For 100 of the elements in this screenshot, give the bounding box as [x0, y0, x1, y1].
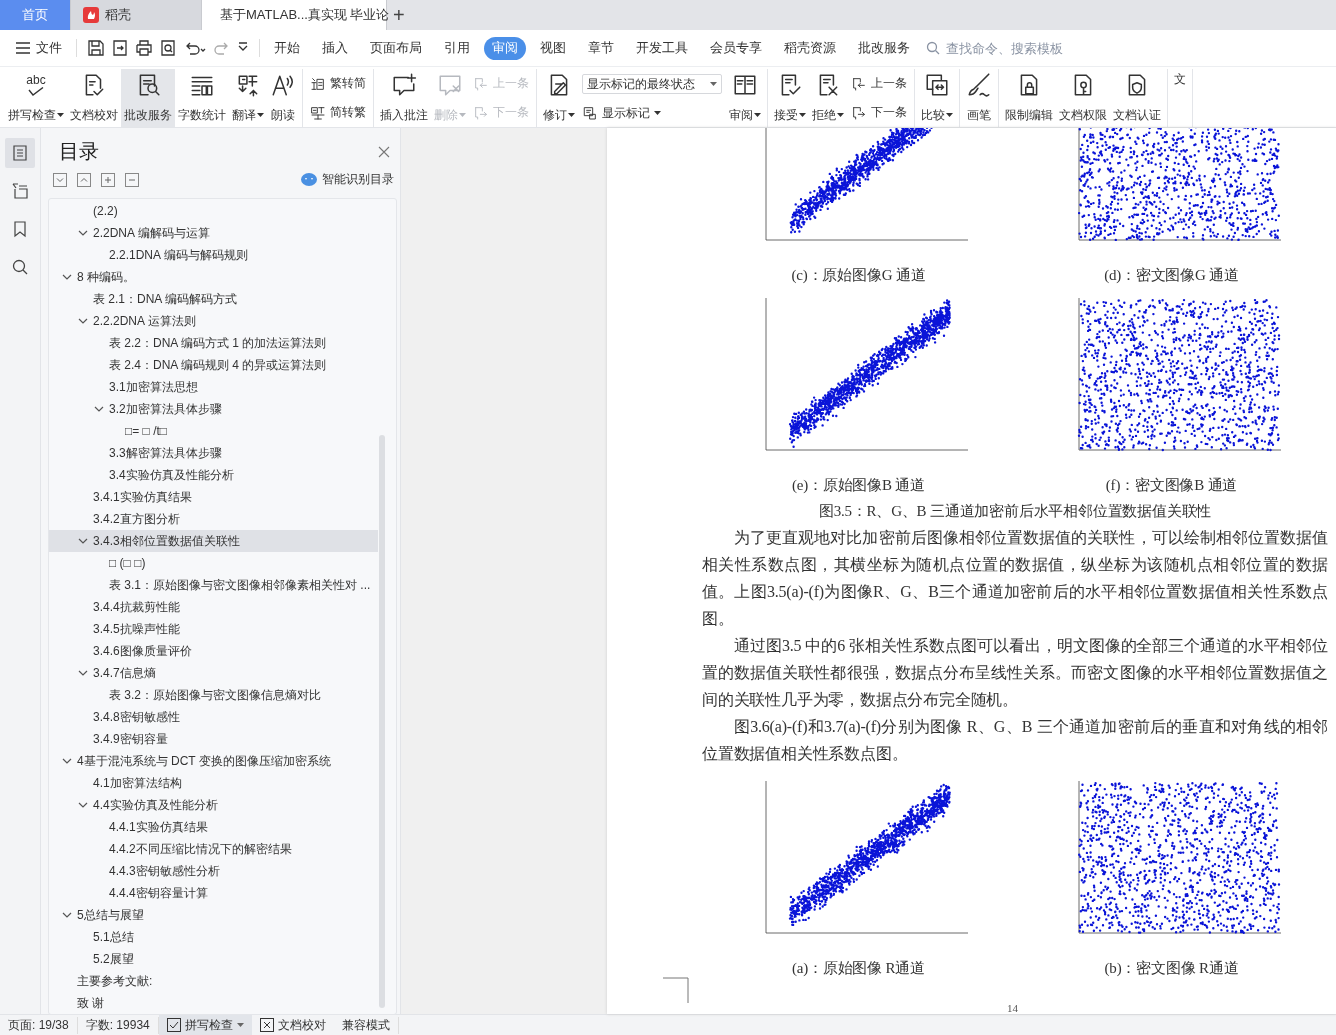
outline-item[interactable]: 表 3.1：原始图像与密文图像相邻像素相关性对 ... — [49, 574, 378, 596]
outline-item[interactable]: 3.4.4抗裁剪性能 — [49, 596, 378, 618]
printer-icon[interactable] — [135, 39, 153, 57]
ribbon-button[interactable]: 显示标记 — [582, 104, 722, 122]
ribbon-tab[interactable]: 插入 — [314, 36, 356, 60]
outline-item[interactable]: 4.1加密算法结构 — [49, 772, 378, 794]
outline-item[interactable]: 4.4.2不同压缩比情况下的解密结果 — [49, 838, 378, 860]
document-arrow-icon[interactable] — [111, 39, 129, 57]
outline-item[interactable]: 主要参考文献: — [49, 970, 378, 992]
ribbon-button[interactable]: 上一条 — [851, 75, 907, 92]
ribbon-tab[interactable]: 稻壳资源 — [776, 36, 844, 60]
status-toggle-button[interactable]: 文档校对 — [251, 1015, 334, 1035]
new-tab-button[interactable]: + — [387, 0, 411, 30]
outline-item[interactable]: 3.4实验仿真及性能分析 — [49, 464, 378, 486]
panel-title: 目录 — [59, 139, 99, 164]
outline-item[interactable]: 5总结与展望 — [49, 904, 378, 926]
ribbon-tab[interactable]: 页面布局 — [362, 36, 430, 60]
outline-item[interactable]: 3.4.3相邻位置数据值关联性 — [49, 530, 378, 552]
status-toggle-button[interactable]: 拼写检查 — [158, 1015, 252, 1035]
outline-item[interactable]: 3.3解密算法具体步骤 — [49, 442, 378, 464]
ribbon-button[interactable]: 字数统计 — [175, 69, 229, 127]
figure-caption: (b)：密文图像 R通道 — [1104, 959, 1239, 978]
outline-item[interactable]: 8 种编码。 — [49, 266, 378, 288]
collapse-up-icon[interactable] — [77, 172, 91, 187]
outline-item[interactable]: 3.4.2直方图分析 — [49, 508, 378, 530]
print-preview-icon[interactable] — [159, 39, 177, 57]
outline-item[interactable]: 表 3.2：原始图像与密文图像信息熵对比 — [49, 684, 378, 706]
outline-item[interactable]: □ (□ □) — [49, 552, 378, 574]
ribbon-button[interactable]: 接受 — [771, 69, 809, 127]
collapse-down-icon[interactable] — [53, 172, 67, 187]
outline-item[interactable]: 表 2.1：DNA 编码解码方式 — [49, 288, 378, 310]
ribbon-button[interactable]: 文档认证 — [1110, 69, 1164, 127]
outline-item[interactable]: 致 谢 — [49, 992, 378, 1014]
outline-item[interactable]: 3.4.6图像质量评价 — [49, 640, 378, 662]
search-icon — [11, 258, 29, 276]
file-menu-button[interactable]: 文件 — [0, 39, 77, 57]
ribbon-tab[interactable]: 会员专享 — [702, 36, 770, 60]
outline-item[interactable]: 4基于混沌系统与 DCT 变换的图像压缩加密系统 — [49, 750, 378, 772]
outline-item[interactable]: 2.2.2DNA 运算法则 — [49, 310, 378, 332]
search-icon — [926, 41, 940, 55]
outline-item[interactable]: 3.2加密算法具体步骤 — [49, 398, 378, 420]
scrollbar-thumb[interactable] — [379, 435, 385, 1008]
outline-item[interactable]: 4.4实验仿真及性能分析 — [49, 794, 378, 816]
ribbon-button[interactable]: 简转繁 — [310, 104, 366, 121]
text-conversion-icon — [310, 104, 326, 121]
outline-item[interactable]: 3.4.1实验仿真结果 — [49, 486, 378, 508]
ribbon-button[interactable]: 繁转简 — [310, 75, 366, 92]
close-icon[interactable] — [378, 145, 390, 158]
ribbon-button[interactable]: 限制编辑 — [1002, 69, 1056, 127]
outline-item[interactable]: 表 2.2：DNA 编码方式 1 的加法运算法则 — [49, 332, 378, 354]
caret-icon — [236, 1022, 244, 1028]
ribbon-button[interactable]: 朗读 — [267, 69, 299, 127]
outline-item[interactable]: (2.2) — [49, 200, 378, 222]
ribbon-button[interactable]: 文 — [1171, 69, 1189, 127]
collapse-minus-icon[interactable] — [125, 172, 139, 187]
ribbon-button[interactable]: 批改服务 — [121, 69, 175, 127]
outline-item[interactable]: 5.1总结 — [49, 926, 378, 948]
ribbon-button[interactable]: 插入批注 — [377, 69, 431, 127]
outline-item[interactable]: □= □ /t□ — [49, 420, 378, 442]
outline-item[interactable]: 4.4.1实验仿真结果 — [49, 816, 378, 838]
ribbon-button[interactable]: 下一条 — [851, 104, 907, 121]
ribbon-button[interactable]: 翻译 — [229, 69, 267, 127]
ribbon-button[interactable]: abc 拼写检查 — [5, 69, 67, 127]
ribbon-tab[interactable]: 章节 — [580, 36, 622, 60]
outline-item[interactable]: 2.2.1DNA 编码与解码规则 — [49, 244, 378, 266]
outline-item[interactable]: 3.4.7信息熵 — [49, 662, 378, 684]
outline-item[interactable]: 3.1加密算法思想 — [49, 376, 378, 398]
ribbon-button[interactable]: 画笔 — [963, 69, 995, 127]
expand-plus-icon[interactable] — [101, 172, 115, 187]
ribbon-tab[interactable]: 开始 — [266, 36, 308, 60]
save-icon[interactable] — [87, 39, 105, 57]
markup-state-dropdown[interactable]: 显示标记的最终状态 — [582, 74, 722, 95]
ribbon-tab[interactable]: 视图 — [532, 36, 574, 60]
figure-title: 图3.5：R、G、B 三通道加密前后水平相邻位置数据值关联性 — [817, 502, 1213, 521]
outline-item[interactable]: 表 2.4：DNA 编码规则 4 的异或运算法则 — [49, 354, 378, 376]
ribbon-button[interactable]: 拒绝 — [809, 69, 847, 127]
ribbon-button[interactable]: 文档校对 — [67, 69, 121, 127]
outline-item[interactable]: 4.4.3密钥敏感性分析 — [49, 860, 378, 882]
ribbon-button[interactable]: 文档权限 — [1056, 69, 1110, 127]
outline-item[interactable]: 2.2DNA 编解码与运算 — [49, 222, 378, 244]
caret-icon — [946, 113, 953, 118]
outline-item[interactable]: 3.4.9密钥容量 — [49, 728, 378, 750]
ribbon-button[interactable]: 修订 — [540, 69, 578, 127]
outline-item[interactable]: 4.4.4密钥容量计算 — [49, 882, 378, 904]
ribbon-tab[interactable]: 开发工具 — [628, 36, 696, 60]
ribbon-button[interactable]: 审阅 — [726, 69, 764, 127]
figure-caption: (a)：原始图像 R通道 — [792, 959, 925, 978]
command-search-field[interactable]: 查找命令、搜索模板 — [926, 39, 1088, 57]
outline-item[interactable]: 3.4.8密钥敏感性 — [49, 706, 378, 728]
outline-item[interactable]: 5.2展望 — [49, 948, 378, 970]
ribbon-tab[interactable]: 引用 — [436, 36, 478, 60]
smart-toc-button[interactable]: 智能识别目录 — [301, 171, 394, 188]
cloud-icon — [301, 173, 317, 186]
outline-item[interactable]: 3.4.5抗噪声性能 — [49, 618, 378, 640]
window-tab[interactable]: 基于MATLAB...真实现 毕业论 — [202, 0, 387, 30]
ribbon-tab[interactable]: 批改服务 — [850, 36, 918, 60]
ribbon-button[interactable]: 比较 — [918, 69, 956, 127]
window-tab[interactable]: 稻壳 — [71, 0, 202, 30]
outline-tab[interactable] — [5, 138, 35, 168]
comment-arrow-icon — [851, 104, 867, 121]
